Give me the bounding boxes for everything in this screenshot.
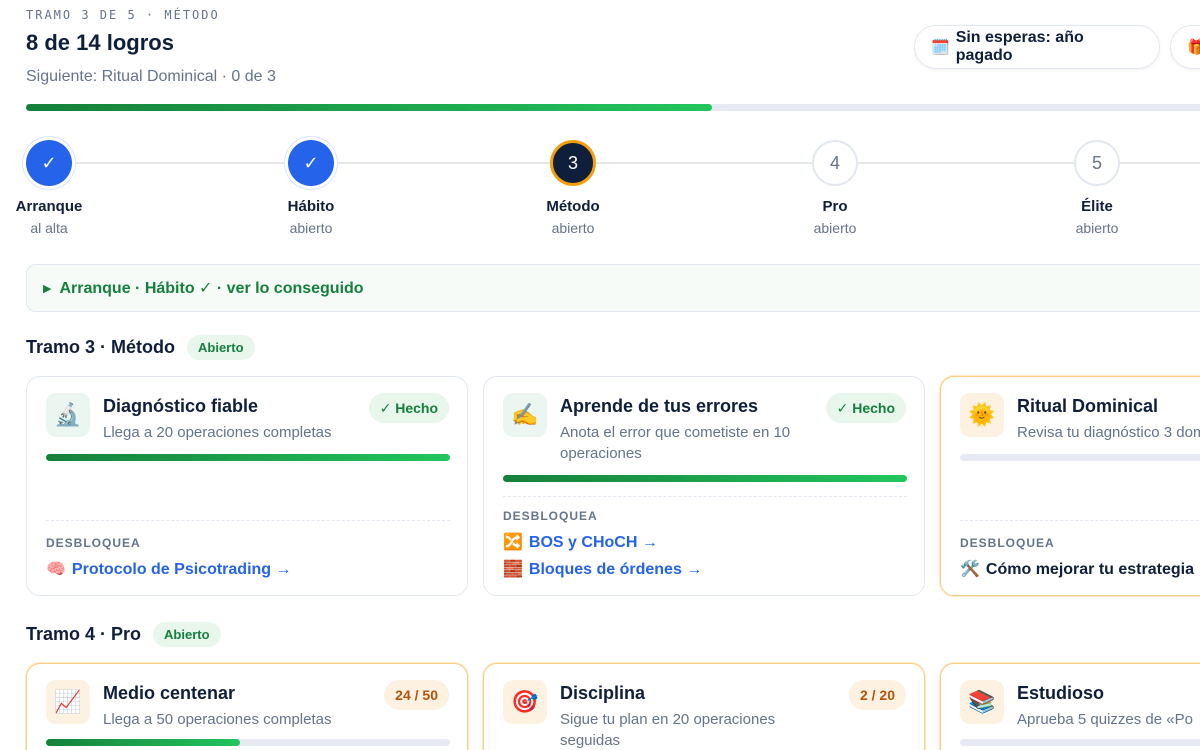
gift-icon: 🎁 xyxy=(1187,39,1200,56)
step-name: Hábito xyxy=(287,198,335,215)
achievement-title: Diagnóstico fiable xyxy=(103,396,259,416)
achievement-title: Medio centenar xyxy=(103,683,236,703)
paid-year-pill-label: Sin esperas: año pagado xyxy=(955,29,1084,64)
gift-pill[interactable]: 🎁 xyxy=(1170,25,1200,69)
step-habito[interactable]: ✓ Hábito abierto xyxy=(241,140,381,236)
level-eyebrow: TRAMO 3 DE 5 · MÉTODO xyxy=(26,8,220,22)
achievement-progress-bar xyxy=(46,454,450,461)
books-icon: 📚 xyxy=(960,680,1004,724)
writing-hand-icon: ✍️ xyxy=(503,393,547,437)
unlocks-heading: DESBLOQUEA xyxy=(960,536,1055,550)
unlocks-heading: DESBLOQUEA xyxy=(503,509,598,523)
achievement-progress-fill xyxy=(46,739,240,746)
achievement-description: Revisa tu diagnóstico 3 domingos xyxy=(1017,424,1200,441)
achievement-card-estudioso[interactable]: 📚 Estudioso Aprueba 5 quizzes de «Po xyxy=(940,663,1200,750)
section-header-tramo-4: Tramo 4 · Pro Abierto xyxy=(26,622,221,647)
achievement-progress-fill xyxy=(46,454,450,461)
progress-count-badge: 2 / 20 xyxy=(848,680,906,710)
step-name: Arranque xyxy=(15,198,83,215)
unlock-link-label: Bloques de órdenes → xyxy=(528,561,703,578)
tools-icon: 🛠️ xyxy=(960,561,980,578)
achievement-progress-fill xyxy=(503,475,907,482)
card-divider xyxy=(503,496,907,497)
bricks-icon: 🧱 xyxy=(503,561,523,578)
unlocks-heading: DESBLOQUEA xyxy=(46,536,141,550)
step-arranque[interactable]: ✓ Arranque al alta xyxy=(0,140,119,236)
target-icon: 🎯 xyxy=(503,680,547,724)
unlock-link-psicotrading[interactable]: 🧠 Protocolo de Psicotrading → xyxy=(46,559,292,579)
achievement-card-errores[interactable]: ✍️ Aprende de tus errores Anota el error… xyxy=(483,376,925,596)
completed-tiers-toggle[interactable]: ▶ Arranque · Hábito ✓ · ver lo conseguid… xyxy=(26,264,1200,312)
achievement-card-disciplina[interactable]: 🎯 Disciplina Sigue tu plan en 20 operaci… xyxy=(483,663,925,750)
achievement-description: Anota el error que cometiste en 10 opera… xyxy=(560,424,791,462)
step-marker: ✓ xyxy=(288,140,334,186)
step-name: Método xyxy=(546,198,600,215)
overall-progress-fill xyxy=(26,104,712,111)
step-status: abierto xyxy=(1075,220,1119,236)
shuffle-icon: 🔀 xyxy=(503,534,523,551)
step-marker: 4 xyxy=(812,140,858,186)
achievement-progress-bar xyxy=(960,454,1200,461)
achievement-description: Aprueba 5 quizzes de «Po xyxy=(1017,711,1193,728)
step-status: al alta xyxy=(30,220,68,236)
calendar-icon: 🗓️ xyxy=(931,39,950,56)
achievement-progress-bar xyxy=(960,739,1200,746)
unlock-item-label: Cómo mejorar tu estrategia xyxy=(985,561,1194,578)
card-divider xyxy=(46,520,450,521)
section-title: Tramo 4 · Pro xyxy=(26,624,142,644)
step-elite[interactable]: 5 Élite abierto xyxy=(1027,140,1167,236)
step-name: Élite xyxy=(1081,198,1113,215)
brain-icon: 🧠 xyxy=(46,561,66,578)
section-status-badge: Abierto xyxy=(153,622,221,647)
section-header-tramo-3: Tramo 3 · Método Abierto xyxy=(26,335,255,360)
section-status-badge: Abierto xyxy=(187,335,255,360)
unlock-link-bloques[interactable]: 🧱 Bloques de órdenes → xyxy=(503,559,702,579)
overall-progress-bar xyxy=(26,104,1200,111)
microscope-icon: 🔬 xyxy=(46,393,90,437)
step-metodo[interactable]: 3 Método abierto xyxy=(503,140,643,236)
achievement-description: Llega a 50 operaciones completas xyxy=(103,711,332,728)
achievement-description: Sigue tu plan en 20 operaciones seguidas xyxy=(560,711,776,749)
achievement-title: Estudioso xyxy=(1017,683,1105,703)
disclosure-triangle-icon: ▶ xyxy=(43,282,52,295)
achievement-title: Aprende de tus errores xyxy=(560,396,759,416)
achievement-progress-bar xyxy=(503,475,907,482)
chart-up-icon: 📈 xyxy=(46,680,90,724)
step-marker: 5 xyxy=(1074,140,1120,186)
achievement-title: Disciplina xyxy=(560,683,646,703)
step-status: abierto xyxy=(551,220,595,236)
step-name: Pro xyxy=(822,198,848,215)
completed-tiers-label: Arranque · Hábito ✓ · ver lo conseguido xyxy=(59,280,364,297)
achievement-title: Ritual Dominical xyxy=(1017,396,1159,416)
next-achievement-hint: Siguiente: Ritual Dominical · 0 de 3 xyxy=(26,68,276,85)
achievement-description: Llega a 20 operaciones completas xyxy=(103,424,332,441)
step-status: abierto xyxy=(289,220,333,236)
achievement-card-ritual[interactable]: 🌞 Ritual Dominical Revisa tu diagnóstico… xyxy=(940,376,1200,596)
achievement-card-medio-centenar[interactable]: 📈 Medio centenar Llega a 50 operaciones … xyxy=(26,663,468,750)
step-pro[interactable]: 4 Pro abierto xyxy=(765,140,905,236)
step-status: abierto xyxy=(813,220,857,236)
card-divider xyxy=(960,520,1200,521)
section-title: Tramo 3 · Método xyxy=(26,337,176,357)
page-title: 8 de 14 logros xyxy=(26,30,174,55)
step-marker: 3 xyxy=(550,140,596,186)
status-badge: ✓ Hecho xyxy=(368,393,449,423)
achievement-progress-bar xyxy=(46,739,450,746)
progress-count-badge: 24 / 50 xyxy=(384,680,449,710)
unlock-link-label: Protocolo de Psicotrading → xyxy=(71,561,292,578)
unlock-link-label: BOS y CHoCH → xyxy=(528,534,658,551)
sun-icon: 🌞 xyxy=(960,393,1004,437)
unlock-item-mejorar-estrategia: 🛠️ Cómo mejorar tu estrategia xyxy=(960,559,1194,579)
achievement-card-diagnostico[interactable]: 🔬 Diagnóstico fiable Llega a 20 operacio… xyxy=(26,376,468,596)
paid-year-pill[interactable]: 🗓️ Sin esperas: año pagado xyxy=(914,25,1160,69)
status-badge: ✓ Hecho xyxy=(825,393,906,423)
unlock-link-bos-choch[interactable]: 🔀 BOS y CHoCH → xyxy=(503,532,658,552)
step-marker: ✓ xyxy=(26,140,72,186)
